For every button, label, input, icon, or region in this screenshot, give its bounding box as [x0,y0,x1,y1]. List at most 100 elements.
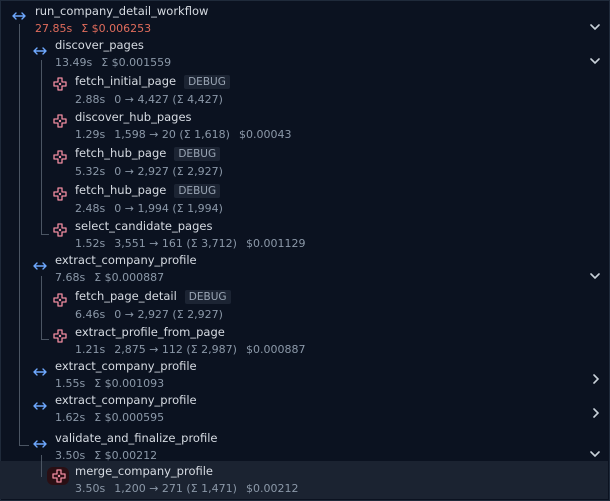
llm-icon [52,328,68,344]
span-name[interactable]: run_company_detail_workflow [35,4,208,18]
span-metrics: 3.50s 1,200 → 271 (Σ 1,471) $0.00212 [75,482,298,496]
span-metrics: 6.46s 0 → 2,927 (Σ 2,927) [75,308,231,322]
span-total-cost: Σ $0.001093 [94,377,165,390]
debug-badge: DEBUG [184,290,231,304]
span-duration: 5.32s [75,165,106,178]
span-name[interactable]: extract_company_profile [55,393,197,407]
span-total-cost: Σ $0.006253 [81,22,152,35]
span-name[interactable]: extract_company_profile [55,253,197,267]
tree-guide-discover [41,60,42,235]
tree-guide-extract [41,276,42,340]
span-node: extract_company_profile 1.62s Σ $0.000595 [55,393,197,425]
tree-guide-root-end [19,445,29,446]
span-node: fetch_hub_page DEBUG 5.32s 0 → 2,927 (Σ 2,9… [75,146,223,179]
span-metrics: 1.52s 3,551 → 161 (Σ 3,712) $0.001129 [75,237,305,251]
span-name[interactable]: fetch_hub_page [75,183,166,197]
llm-icon [52,149,68,165]
arrows-horizontal-icon [32,436,48,452]
span-duration: 2.48s [75,202,106,215]
span-price: $0.00212 [245,482,299,495]
llm-icon [52,292,68,308]
span-name[interactable]: fetch_initial_page [75,74,176,88]
chevron-down-icon[interactable] [590,265,600,284]
span-metrics: 13.49s Σ $0.001559 [55,56,171,70]
tree-guide-discover-end [41,234,49,235]
arrows-horizontal-icon [32,258,48,274]
span-metrics: 2.88s 0 → 4,427 (Σ 4,427) [75,93,230,107]
span-node: fetch_hub_page DEBUG 2.48s 0 → 1,994 (Σ 1,9… [75,183,223,216]
span-price: $0.000887 [245,343,306,356]
span-node: fetch_page_detail DEBUG 6.46s 0 → 2,927 (Σ … [75,289,231,322]
span-total-cost: Σ $0.00212 [94,449,158,462]
span-name[interactable]: select_candidate_pages [75,219,212,233]
span-name[interactable]: fetch_page_detail [75,289,177,303]
span-name[interactable]: discover_pages [55,38,144,52]
arrows-horizontal-icon [11,8,27,24]
arrows-horizontal-icon [32,364,48,380]
span-metrics: 1.29s 1,598 → 20 (Σ 1,618) $0.00043 [75,128,291,142]
span-metrics: 1.62s Σ $0.000595 [55,411,197,425]
span-node: run_company_detail_workflow 27.85s Σ $0.00… [35,4,208,36]
span-total-cost: Σ $0.001559 [101,56,172,69]
span-tokens: 1,200 → 271 (Σ 1,471) [114,482,237,495]
span-name[interactable]: discover_hub_pages [75,110,192,124]
span-duration: 1.21s [75,343,106,356]
span-metrics: 3.50s Σ $0.00212 [55,449,217,463]
span-node: extract_profile_from_page 1.21s 2,875 → 11… [75,325,305,357]
span-duration: 1.29s [75,128,106,141]
span-total-cost: Σ $0.000595 [94,411,165,424]
debug-badge: DEBUG [184,75,230,89]
debug-badge: DEBUG [174,184,221,198]
chevron-down-icon[interactable] [590,16,600,35]
llm-icon [52,76,68,92]
span-duration: 3.50s [55,449,86,462]
span-duration: 3.50s [75,482,106,495]
span-name[interactable]: extract_profile_from_page [75,325,225,339]
llm-icon [52,222,68,238]
span-duration: 1.55s [55,377,86,390]
llm-icon [52,113,68,129]
llm-icon [51,468,67,484]
span-node: discover_pages 13.49s Σ $0.001559 [55,38,171,70]
span-tokens: 3,551 → 161 (Σ 3,712) [114,237,237,250]
span-tokens: 1,598 → 20 (Σ 1,618) [114,128,230,141]
tree-guide-validate [41,455,42,477]
span-price: $0.00043 [238,128,292,141]
span-total-cost: Σ $0.000887 [94,271,165,284]
tree-guide-extract-end [41,339,49,340]
span-duration: 13.49s [55,56,93,69]
arrows-horizontal-icon [32,43,48,59]
span-node: validate_and_finalize_profile 3.50s Σ $0.0… [55,431,217,463]
span-name[interactable]: merge_company_profile [75,464,213,478]
span-name[interactable]: extract_company_profile [55,359,197,373]
span-metrics: 27.85s Σ $0.006253 [35,22,208,36]
span-tokens: 2,875 → 112 (Σ 2,987) [114,343,237,356]
span-duration: 6.46s [75,308,106,321]
chevron-down-icon[interactable] [590,50,600,69]
llm-icon [52,186,68,202]
span-metrics: 1.21s 2,875 → 112 (Σ 2,987) $0.000887 [75,343,305,357]
span-metrics: 7.68s Σ $0.000887 [55,271,197,285]
debug-badge: DEBUG [174,147,221,161]
arrows-horizontal-icon [32,398,48,414]
span-duration: 1.62s [55,411,86,424]
span-name[interactable]: validate_and_finalize_profile [55,431,217,445]
span-duration: 1.52s [75,237,106,250]
span-tokens: 0 → 2,927 (Σ 2,927) [114,308,223,321]
span-duration: 7.68s [55,271,86,284]
span-node: select_candidate_pages 1.52s 3,551 → 161 (… [75,219,305,251]
span-price: $0.001129 [245,237,306,250]
span-tokens: 0 → 4,427 (Σ 4,427) [114,93,223,106]
span-node: extract_company_profile 7.68s Σ $0.000887 [55,253,197,285]
span-name[interactable]: fetch_hub_page [75,146,166,160]
span-node: discover_hub_pages 1.29s 1,598 → 20 (Σ 1,6… [75,110,291,142]
span-duration: 2.88s [75,93,106,106]
span-metrics: 2.48s 0 → 1,994 (Σ 1,994) [75,202,223,216]
span-node: merge_company_profile 3.50s 1,200 → 271 (Σ… [75,464,298,496]
chevron-right-icon[interactable] [592,403,600,422]
span-node: fetch_initial_page DEBUG 2.88s 0 → 4,427 (Σ… [75,74,230,107]
chevron-right-icon[interactable] [592,369,600,388]
chevron-down-icon[interactable] [590,443,600,462]
tree-guide-root [19,24,20,446]
span-metrics: 1.55s Σ $0.001093 [55,377,197,391]
